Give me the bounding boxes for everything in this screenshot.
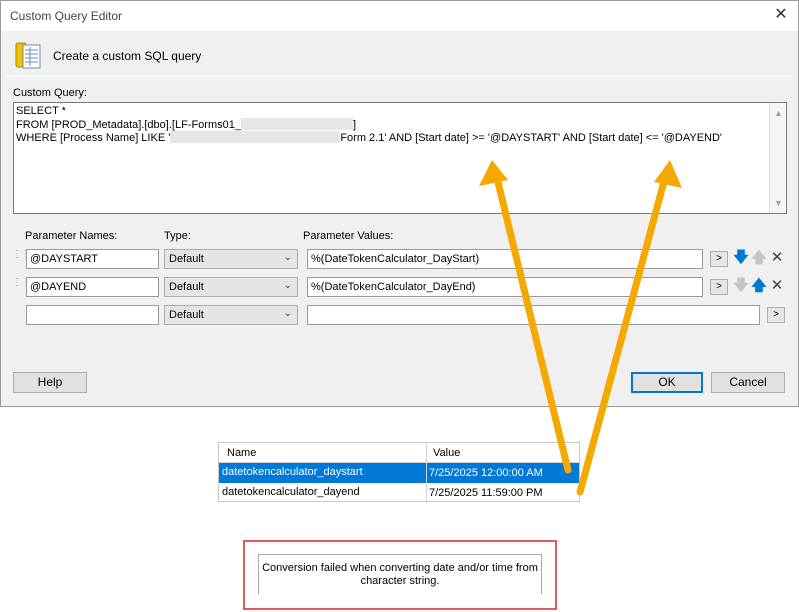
query-document-icon	[15, 42, 41, 69]
parameter-type-select[interactable]: Default ⌄	[164, 277, 298, 297]
remove-row-icon[interactable]: ✕	[769, 277, 785, 295]
column-divider	[426, 463, 427, 483]
parameter-value-input[interactable]	[307, 305, 760, 325]
parameter-values-label: Parameter Values:	[303, 230, 394, 242]
drag-handle-icon[interactable]: ⋮⋮	[12, 250, 31, 260]
parameter-type-value: Default	[169, 253, 204, 265]
parameter-type-value: Default	[169, 281, 204, 293]
scroll-up-icon[interactable]: ▲	[770, 105, 787, 121]
window-title: Custom Query Editor	[10, 9, 123, 23]
error-message: Conversion failed when converting date a…	[262, 562, 538, 587]
column-divider	[426, 443, 427, 463]
query-line-3-prefix: WHERE [Process Name] LIKE '	[16, 132, 171, 144]
row-name: datetokencalculator_daystart	[222, 466, 363, 478]
parameter-name-input[interactable]: @DAYSTART	[26, 249, 159, 269]
chevron-down-icon: ⌄	[283, 280, 292, 291]
scroll-down-icon[interactable]: ▼	[770, 195, 787, 211]
column-divider	[426, 483, 427, 503]
parameter-name-input[interactable]: @DAYEND	[26, 277, 159, 297]
move-down-icon[interactable]: 🡇	[733, 249, 749, 267]
title-bar: Custom Query Editor ✕	[1, 1, 798, 31]
query-line-2-prefix: FROM [PROD_Metadata].[dbo].[LF-Forms01_	[16, 119, 241, 131]
token-values-table: Name Value datetokencalculator_daystart …	[218, 442, 580, 503]
parameter-value-input[interactable]: %(DateTokenCalculator_DayEnd)	[307, 277, 703, 297]
table-header: Name Value	[219, 443, 579, 463]
column-header-value: Value	[433, 447, 461, 459]
table-row[interactable]: datetokencalculator_dayend 7/25/2025 11:…	[219, 483, 579, 503]
header-separator	[6, 76, 792, 77]
token-picker-button[interactable]: >	[767, 307, 785, 323]
move-up-icon[interactable]: 🡅	[751, 277, 767, 295]
query-line-1: SELECT *	[16, 105, 66, 117]
chevron-down-icon: ⌄	[283, 252, 292, 263]
remove-row-icon[interactable]: ✕	[769, 249, 785, 267]
move-down-icon[interactable]: 🡇	[733, 277, 749, 295]
query-scrollbar[interactable]: ▲ ▼	[769, 103, 786, 213]
error-highlight-box: Conversion failed when converting date a…	[243, 540, 557, 610]
parameter-type-select[interactable]: Default ⌄	[164, 305, 298, 325]
cancel-button[interactable]: Cancel	[711, 372, 785, 393]
ok-button[interactable]: OK	[631, 372, 703, 393]
drag-handle-icon[interactable]: ⋮⋮	[12, 278, 31, 288]
move-up-icon[interactable]: 🡅	[751, 249, 767, 267]
help-button[interactable]: Help	[13, 372, 87, 393]
query-line-3-suffix: Form 2.1' AND [Start date] >= '@DAYSTART…	[340, 132, 723, 144]
parameter-value-input[interactable]: %(DateTokenCalculator_DayStart)	[307, 249, 703, 269]
query-line-2: FROM [PROD_Metadata].[dbo].[LF-Forms01_]	[16, 118, 356, 131]
parameter-type-value: Default	[169, 309, 204, 321]
token-picker-button[interactable]: >	[710, 279, 728, 295]
chevron-down-icon: ⌄	[283, 308, 292, 319]
redacted-text	[170, 131, 341, 143]
token-picker-button[interactable]: >	[710, 251, 728, 267]
row-value: 7/25/2025 11:59:00 PM	[429, 487, 543, 499]
close-icon[interactable]: ✕	[772, 6, 790, 24]
error-top-rule	[259, 554, 541, 555]
custom-query-label: Custom Query:	[13, 87, 87, 99]
error-message-panel: Conversion failed when converting date a…	[258, 554, 542, 594]
custom-query-textarea[interactable]: SELECT * FROM [PROD_Metadata].[dbo].[LF-…	[13, 102, 787, 214]
parameter-type-select[interactable]: Default ⌄	[164, 249, 298, 269]
parameter-names-label: Parameter Names:	[25, 230, 118, 242]
type-label: Type:	[164, 230, 191, 242]
column-header-name: Name	[227, 447, 257, 459]
row-name: datetokencalculator_dayend	[222, 486, 360, 498]
query-line-2-suffix: ]	[352, 119, 357, 131]
header-text: Create a custom SQL query	[53, 49, 202, 63]
query-line-3: WHERE [Process Name] LIKE ' Form 2.1' AND…	[16, 131, 722, 144]
redacted-text	[240, 118, 353, 130]
row-value: 7/25/2025 12:00:00 AM	[429, 467, 543, 479]
parameter-name-input[interactable]	[26, 305, 159, 325]
table-row[interactable]: datetokencalculator_daystart 7/25/2025 1…	[219, 463, 579, 483]
